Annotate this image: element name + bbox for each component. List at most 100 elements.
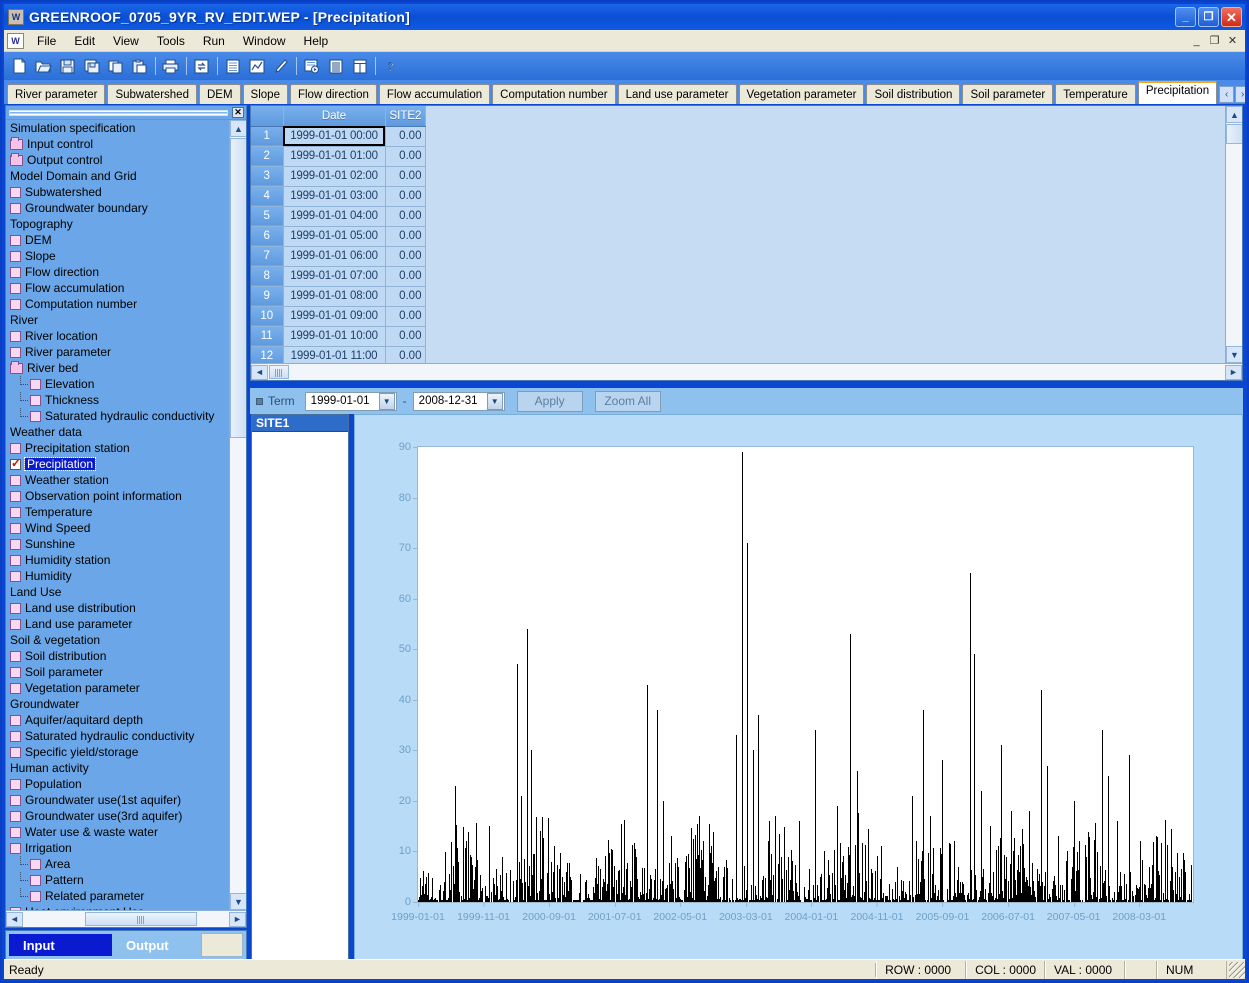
tab-flow-accumulation[interactable]: Flow accumulation bbox=[378, 84, 491, 104]
site-list-panel[interactable]: SITE1 bbox=[251, 414, 349, 960]
menu-tools[interactable]: Tools bbox=[148, 32, 194, 50]
open-folder-icon[interactable] bbox=[32, 55, 55, 77]
tree-item-land-use-parameter[interactable]: Land use parameter bbox=[6, 616, 229, 632]
grid-horizontal-scrollbar[interactable]: ◄ ► bbox=[251, 363, 1242, 380]
checkbox-icon[interactable] bbox=[10, 442, 21, 454]
checkbox-icon[interactable] bbox=[10, 666, 21, 678]
row-number[interactable]: 12 bbox=[251, 346, 284, 363]
tree-item-soil-vegetation[interactable]: Soil & vegetation bbox=[6, 632, 229, 648]
tree-item-irrigation[interactable]: Irrigation bbox=[6, 840, 229, 856]
tree-item-topography[interactable]: Topography bbox=[6, 216, 229, 232]
tree-item-humidity[interactable]: Humidity bbox=[6, 568, 229, 584]
refresh-icon[interactable] bbox=[190, 55, 213, 77]
checkbox-icon[interactable] bbox=[10, 650, 21, 662]
cell-date[interactable]: 1999-01-01 06:00 bbox=[283, 246, 386, 267]
row-number[interactable]: 6 bbox=[251, 226, 284, 247]
print-icon[interactable] bbox=[159, 55, 182, 77]
cell-site2-value[interactable]: 0.00 bbox=[385, 186, 427, 207]
checkbox-icon[interactable] bbox=[10, 202, 21, 214]
tree-item-land-use-distribution[interactable]: Land use distribution bbox=[6, 600, 229, 616]
table-row[interactable]: 1 1999-01-01 00:00 0.00 bbox=[251, 126, 427, 147]
cell-site2-value[interactable]: 0.00 bbox=[385, 306, 427, 327]
tab-computation-number[interactable]: Computation number bbox=[492, 84, 616, 104]
checkbox-icon[interactable] bbox=[10, 778, 21, 790]
tree-item-groundwater[interactable]: Groundwater bbox=[6, 696, 229, 712]
grid-view-icon[interactable] bbox=[221, 55, 244, 77]
maximize-restore-button[interactable]: ❐ bbox=[1198, 7, 1219, 27]
tree-item-saturated-hydraulic-conductivity[interactable]: Saturated hydraulic conductivity bbox=[6, 408, 229, 424]
tree-item-weather-data[interactable]: Weather data bbox=[6, 424, 229, 440]
cell-site2-value[interactable]: 0.00 bbox=[385, 166, 427, 187]
paste-icon[interactable] bbox=[128, 55, 151, 77]
apply-button[interactable]: Apply bbox=[516, 390, 583, 412]
tree-item-river[interactable]: River bbox=[6, 312, 229, 328]
tab-scroll-next-icon[interactable]: › bbox=[1235, 86, 1245, 103]
checkbox-icon[interactable] bbox=[10, 298, 21, 310]
cell-date[interactable]: 1999-01-01 07:00 bbox=[283, 266, 386, 287]
table-row[interactable]: 9 1999-01-01 08:00 0.00 bbox=[251, 286, 427, 307]
tree-item-dem[interactable]: DEM bbox=[6, 232, 229, 248]
grid-hscroll-left-icon[interactable]: ◄ bbox=[251, 364, 268, 380]
cell-date[interactable]: 1999-01-01 03:00 bbox=[283, 186, 386, 207]
mdi-restore-button[interactable]: ❐ bbox=[1206, 33, 1223, 49]
grid-scroll-thumb[interactable] bbox=[1226, 124, 1242, 144]
tab-soil-parameter[interactable]: Soil parameter bbox=[962, 84, 1054, 104]
cell-date[interactable]: 1999-01-01 02:00 bbox=[283, 166, 386, 187]
cell-date[interactable]: 1999-01-01 11:00 bbox=[283, 346, 386, 363]
tree-item-input-control[interactable]: Input control bbox=[6, 136, 229, 152]
row-number[interactable]: 1 bbox=[251, 126, 284, 147]
data-table[interactable]: Date SITE2 1 1999-01-01 00:00 0.00 2 1999-01… bbox=[251, 106, 427, 363]
checkbox-icon[interactable] bbox=[10, 474, 21, 486]
tab-slope[interactable]: Slope bbox=[242, 84, 288, 104]
tree-item-related-parameter[interactable]: Related parameter bbox=[6, 888, 229, 904]
cell-site2-value[interactable]: 0.00 bbox=[385, 226, 427, 247]
row-number[interactable]: 8 bbox=[251, 266, 284, 287]
tree-hscroll-right-icon[interactable]: ► bbox=[229, 911, 246, 927]
checkbox-icon[interactable] bbox=[10, 714, 21, 726]
table-row[interactable]: 8 1999-01-01 07:00 0.00 bbox=[251, 266, 427, 287]
menu-file[interactable]: File bbox=[28, 32, 65, 50]
checkbox-icon[interactable] bbox=[10, 842, 21, 854]
table-row[interactable]: 5 1999-01-01 04:00 0.00 bbox=[251, 206, 427, 227]
table-row[interactable]: 7 1999-01-01 06:00 0.00 bbox=[251, 246, 427, 267]
tree-item-computation-number[interactable]: Computation number bbox=[6, 296, 229, 312]
tab-flow-direction[interactable]: Flow direction bbox=[289, 84, 377, 104]
tab-land-use-parameter[interactable]: Land use parameter bbox=[617, 84, 737, 104]
tree-item-aquifer-aquitard-depth[interactable]: Aquifer/aquitard depth bbox=[6, 712, 229, 728]
column-header-site2[interactable]: SITE2 bbox=[385, 106, 427, 127]
tree-item-weather-station[interactable]: Weather station bbox=[6, 472, 229, 488]
tree-vertical-scrollbar[interactable]: ▲ ▼ bbox=[229, 120, 246, 910]
minimize-button[interactable]: _ bbox=[1175, 7, 1196, 27]
tree-item-pattern[interactable]: Pattern bbox=[6, 872, 229, 888]
zoom-all-button[interactable]: Zoom All bbox=[594, 390, 661, 412]
checkbox-icon[interactable] bbox=[10, 794, 21, 806]
tree-item-precipitation-station[interactable]: Precipitation station bbox=[6, 440, 229, 456]
checkbox-icon[interactable] bbox=[10, 602, 21, 614]
tab-scroll-prev-icon[interactable]: ‹ bbox=[1219, 86, 1235, 103]
column-header-rownum[interactable] bbox=[251, 106, 284, 127]
table-row[interactable]: 2 1999-01-01 01:00 0.00 bbox=[251, 146, 427, 167]
run-model-icon[interactable] bbox=[300, 55, 323, 77]
chart-view-icon[interactable] bbox=[245, 55, 268, 77]
cell-date[interactable]: 1999-01-01 09:00 bbox=[283, 306, 386, 327]
row-number[interactable]: 9 bbox=[251, 286, 284, 307]
row-number[interactable]: 7 bbox=[251, 246, 284, 267]
tree-item-groundwater-boundary[interactable]: Groundwater boundary bbox=[6, 200, 229, 216]
tree-item-precipitation[interactable]: Precipitation bbox=[6, 456, 229, 472]
row-number[interactable]: 11 bbox=[251, 326, 284, 347]
tree-item-elevation[interactable]: Elevation bbox=[6, 376, 229, 392]
checkbox-icon[interactable] bbox=[10, 746, 21, 758]
table-row[interactable]: 10 1999-01-01 09:00 0.00 bbox=[251, 306, 427, 327]
tree-item-land-use[interactable]: Land Use bbox=[6, 584, 229, 600]
tab-soil-distribution[interactable]: Soil distribution bbox=[866, 84, 961, 104]
column-header-date[interactable]: Date bbox=[283, 106, 386, 127]
checkbox-icon[interactable] bbox=[10, 618, 21, 630]
menu-help[interactable]: Help bbox=[295, 32, 338, 50]
checkbox-icon[interactable] bbox=[10, 506, 21, 518]
checkbox-icon[interactable] bbox=[10, 554, 21, 566]
tree-item-output-control[interactable]: Output control bbox=[6, 152, 229, 168]
mdi-close-button[interactable]: ✕ bbox=[1224, 33, 1241, 49]
tree-item-river-parameter[interactable]: River parameter bbox=[6, 344, 229, 360]
tree-item-sunshine[interactable]: Sunshine bbox=[6, 536, 229, 552]
cell-date[interactable]: 1999-01-01 08:00 bbox=[283, 286, 386, 307]
